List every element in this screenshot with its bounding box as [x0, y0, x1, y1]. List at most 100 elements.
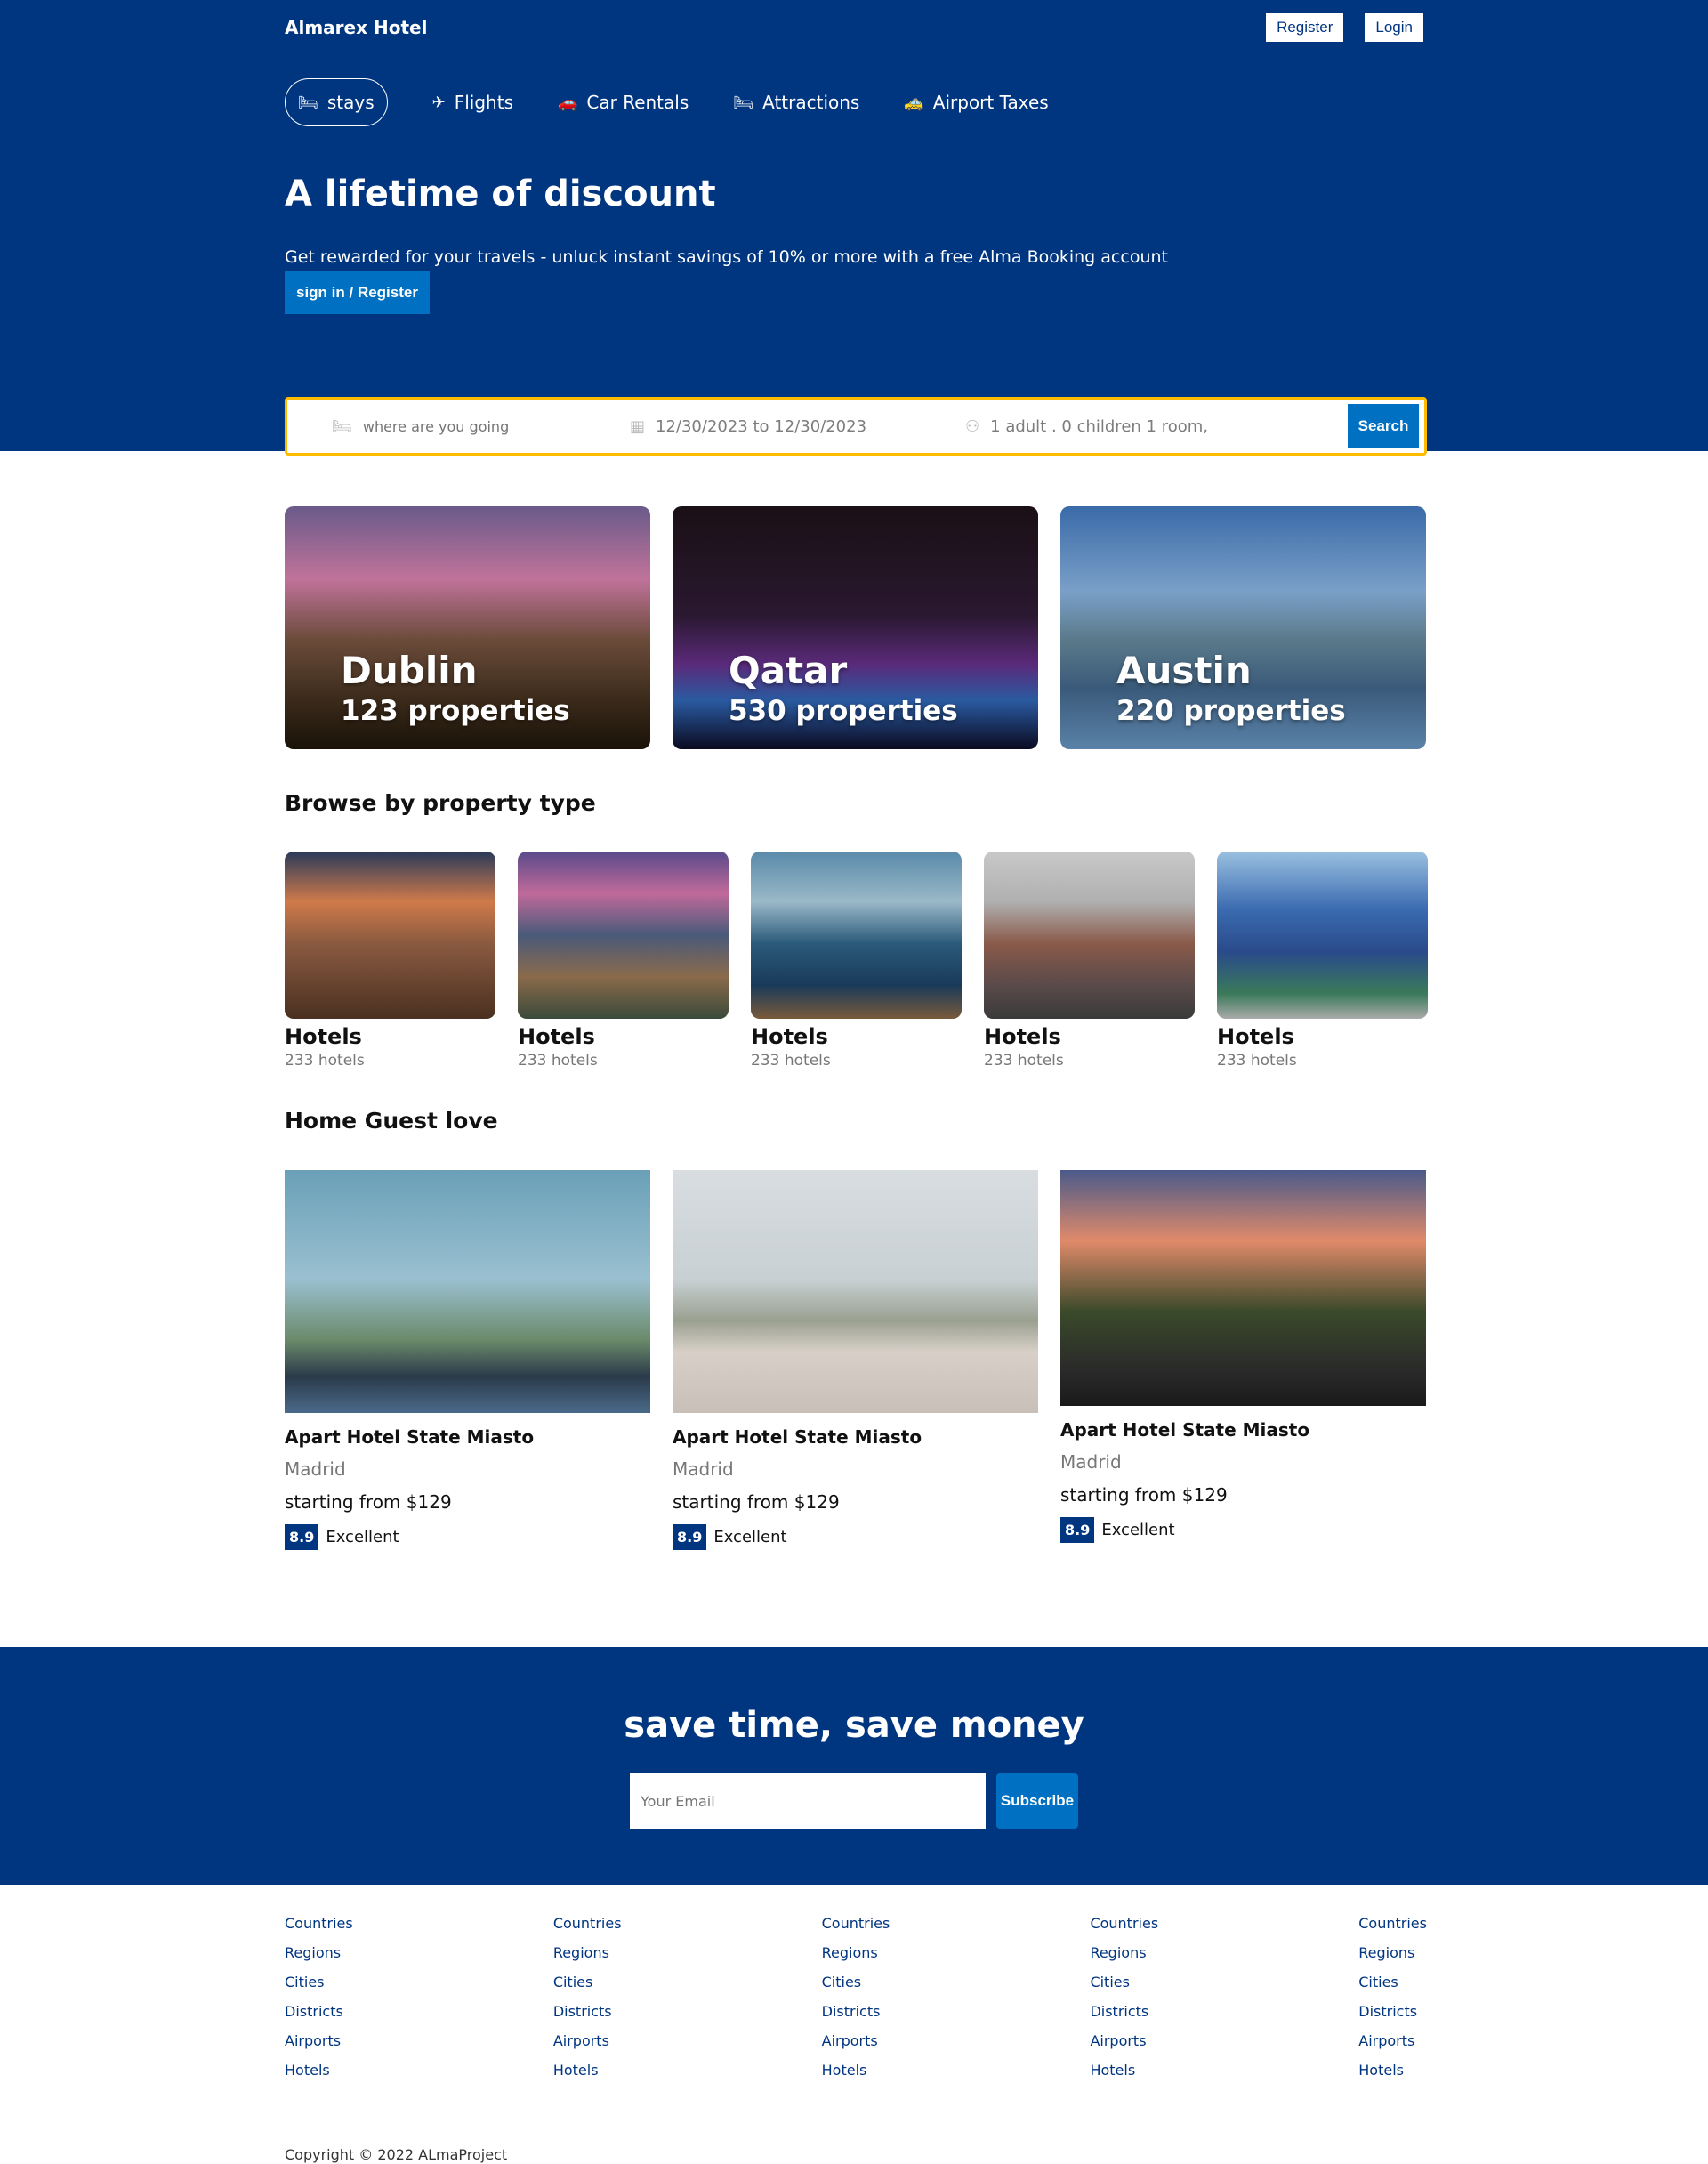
property-types: Hotels 233 hotels Hotels 233 hotels Hote…: [285, 852, 1428, 1070]
guests-summary: 1 adult . 0 children 1 room,: [990, 416, 1208, 436]
footer-link[interactable]: Districts: [1358, 2003, 1427, 2020]
hotel-image: [673, 1170, 1038, 1413]
destination-input[interactable]: [362, 417, 594, 435]
property-type-card[interactable]: Hotels 233 hotels: [1217, 852, 1428, 1070]
footer-link[interactable]: Hotels: [822, 2062, 890, 2079]
footer-link[interactable]: Regions: [1090, 1944, 1158, 1961]
footer-column: Countries Regions Cities Districts Airpo…: [822, 1915, 890, 2079]
taxi-icon: 🚕: [904, 93, 924, 112]
hotel-rating: 8.9 Excellent: [673, 1524, 1038, 1550]
footer-link[interactable]: Countries: [1090, 1915, 1158, 1932]
signin-register-button[interactable]: sign in / Register: [285, 271, 430, 314]
footer-link[interactable]: Cities: [285, 1974, 353, 1990]
footer-link[interactable]: Countries: [822, 1915, 890, 1932]
nav-item-flights[interactable]: ✈ Flights: [432, 78, 513, 126]
hotel-card[interactable]: Apart Hotel State Miasto Madrid starting…: [673, 1170, 1038, 1550]
property-type-card[interactable]: Hotels 233 hotels: [984, 852, 1195, 1070]
main-nav: 🛏 stays ✈ Flights 🚗 Car Rentals 🛏 Attrac…: [285, 78, 1423, 126]
hotel-city: Madrid: [673, 1458, 734, 1480]
hotel-card[interactable]: Apart Hotel State Miasto Madrid starting…: [285, 1170, 650, 1550]
footer-link[interactable]: Countries: [1358, 1915, 1427, 1932]
hotel-image: [1060, 1170, 1426, 1406]
footer-link[interactable]: Districts: [285, 2003, 353, 2020]
city-card-dublin[interactable]: Dublin 123 properties: [285, 506, 650, 749]
hotel-city: Madrid: [1060, 1451, 1122, 1473]
property-type-title: Hotels: [751, 1024, 828, 1049]
brand-logo[interactable]: Almarex Hotel: [285, 17, 427, 38]
city-card-qatar[interactable]: Qatar 530 properties: [673, 506, 1038, 749]
city-properties: 220 properties: [1116, 695, 1346, 727]
nav-label: Airport Taxes: [932, 92, 1049, 113]
hotel-price: starting from $129: [1060, 1484, 1228, 1506]
footer-link[interactable]: Countries: [285, 1915, 353, 1932]
property-type-count: 233 hotels: [518, 1052, 598, 1070]
hero-subtitle: Get rewarded for your travels - unluck i…: [285, 247, 1168, 267]
property-image: [984, 852, 1195, 1019]
guests-field[interactable]: ⚇ 1 adult . 0 children 1 room,: [965, 417, 1310, 436]
footer-link[interactable]: Airports: [822, 2032, 890, 2049]
car-icon: 🚗: [557, 93, 578, 112]
property-section-title: Browse by property type: [285, 790, 596, 816]
person-icon: ⚇: [965, 416, 980, 436]
calendar-icon: ▦: [630, 416, 646, 436]
rating-score: 8.9: [673, 1524, 707, 1550]
city-name: Dublin: [341, 649, 478, 692]
rating-score: 8.9: [285, 1524, 319, 1550]
bed-icon: 🛏: [332, 416, 352, 436]
city-card-austin[interactable]: Austin 220 properties: [1060, 506, 1426, 749]
footer-link[interactable]: Hotels: [285, 2062, 353, 2079]
rating-score: 8.9: [1060, 1517, 1095, 1543]
property-type-title: Hotels: [285, 1024, 362, 1049]
nav-item-airport-taxes[interactable]: 🚕 Airport Taxes: [904, 78, 1048, 126]
property-image: [285, 852, 495, 1019]
footer-link[interactable]: Cities: [553, 1974, 622, 1990]
footer-link[interactable]: Districts: [822, 2003, 890, 2020]
footer-link[interactable]: Regions: [822, 1944, 890, 1961]
nav-item-attractions[interactable]: 🛏 Attractions: [733, 78, 859, 126]
city-properties: 530 properties: [729, 695, 958, 727]
footer-link[interactable]: Districts: [553, 2003, 622, 2020]
footer-link[interactable]: Regions: [285, 1944, 353, 1961]
hotel-name: Apart Hotel State Miasto: [673, 1426, 922, 1448]
hotel-card[interactable]: Apart Hotel State Miasto Madrid starting…: [1060, 1170, 1426, 1550]
search-button[interactable]: Search: [1348, 404, 1419, 448]
login-button[interactable]: Login: [1365, 13, 1423, 42]
footer-link[interactable]: Cities: [822, 1974, 890, 1990]
city-name: Qatar: [729, 649, 848, 692]
footer-link[interactable]: Countries: [553, 1915, 622, 1932]
footer-link[interactable]: Airports: [553, 2032, 622, 2049]
footer-column: Countries Regions Cities Districts Airpo…: [1090, 1915, 1158, 2079]
subscribe-button[interactable]: Subscribe: [996, 1773, 1078, 1829]
register-button[interactable]: Register: [1266, 13, 1344, 42]
footer-link[interactable]: Hotels: [1358, 2062, 1427, 2079]
nav-item-car-rentals[interactable]: 🚗 Car Rentals: [558, 78, 689, 126]
city-name: Austin: [1116, 649, 1252, 692]
footer-link[interactable]: Regions: [1358, 1944, 1427, 1961]
date-field[interactable]: ▦ 12/30/2023 to 12/30/2023: [630, 417, 965, 436]
footer-link[interactable]: Cities: [1090, 1974, 1158, 1990]
copyright: Copyright © 2022 ALmaProject: [285, 2146, 508, 2163]
property-type-card[interactable]: Hotels 233 hotels: [751, 852, 962, 1070]
header: Almarex Hotel Register Login 🛏 stays ✈ F…: [0, 0, 1708, 451]
footer-link[interactable]: Districts: [1090, 2003, 1158, 2020]
footer-link[interactable]: Airports: [285, 2032, 353, 2049]
rating-text: Excellent: [1101, 1521, 1175, 1539]
footer-link[interactable]: Regions: [553, 1944, 622, 1961]
footer-link[interactable]: Hotels: [1090, 2062, 1158, 2079]
email-input[interactable]: [630, 1773, 986, 1829]
nav-item-stays[interactable]: 🛏 stays: [285, 78, 388, 126]
property-type-count: 233 hotels: [984, 1052, 1064, 1070]
footer-link[interactable]: Airports: [1090, 2032, 1158, 2049]
footer-column: Countries Regions Cities Districts Airpo…: [553, 1915, 622, 2079]
property-type-card[interactable]: Hotels 233 hotels: [285, 852, 495, 1070]
footer-link[interactable]: Hotels: [553, 2062, 622, 2079]
destination-field[interactable]: 🛏: [332, 417, 630, 436]
hotel-city: Madrid: [285, 1458, 346, 1480]
property-type-card[interactable]: Hotels 233 hotels: [518, 852, 729, 1070]
nav-label: stays: [326, 92, 375, 113]
page: Almarex Hotel Register Login 🛏 stays ✈ F…: [0, 0, 1708, 2164]
hotel-name: Apart Hotel State Miasto: [285, 1426, 535, 1448]
footer-link[interactable]: Cities: [1358, 1974, 1427, 1990]
property-type-count: 233 hotels: [1217, 1052, 1297, 1070]
footer-link[interactable]: Airports: [1358, 2032, 1427, 2049]
